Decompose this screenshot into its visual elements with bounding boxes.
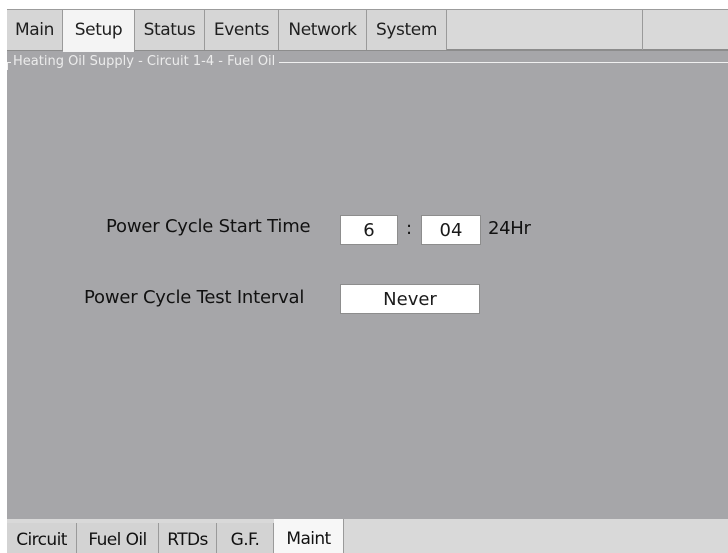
tab-gf[interactable]: G.F. <box>217 523 274 553</box>
group-title: Heating Oil Supply - Circuit 1-4 - Fuel … <box>11 53 280 71</box>
tab-circuit[interactable]: Circuit <box>7 523 77 553</box>
start-time-label: Power Cycle Start Time <box>106 216 311 237</box>
setup-panel: Heating Oil Supply - Circuit 1-4 - Fuel … <box>7 51 728 519</box>
group-frame-corner <box>7 62 8 70</box>
tab-network[interactable]: Network <box>279 10 367 50</box>
tab-events[interactable]: Events <box>205 10 279 50</box>
tab-rtds[interactable]: RTDs <box>159 523 217 553</box>
test-interval-field[interactable]: Never <box>340 284 480 314</box>
start-time-hour-field[interactable]: 6 <box>340 215 398 245</box>
tab-bar-divider <box>642 10 643 50</box>
time-separator: : <box>406 218 413 239</box>
tab-fuel-oil[interactable]: Fuel Oil <box>77 523 159 553</box>
tab-main[interactable]: Main <box>7 10 63 50</box>
tab-maint[interactable]: Maint <box>274 519 344 553</box>
test-interval-label: Power Cycle Test Interval <box>84 287 305 308</box>
controller-screen: Main Setup Status Events Network System … <box>0 0 728 553</box>
bottom-tab-bar: Circuit Fuel Oil RTDs G.F. Maint <box>7 519 728 553</box>
tab-setup[interactable]: Setup <box>63 10 135 52</box>
time-format-unit: 24Hr <box>488 218 531 239</box>
top-tab-bar: Main Setup Status Events Network System <box>7 9 728 52</box>
start-time-minute-field[interactable]: 04 <box>421 215 481 245</box>
tab-status[interactable]: Status <box>135 10 205 50</box>
tab-system[interactable]: System <box>367 10 447 50</box>
